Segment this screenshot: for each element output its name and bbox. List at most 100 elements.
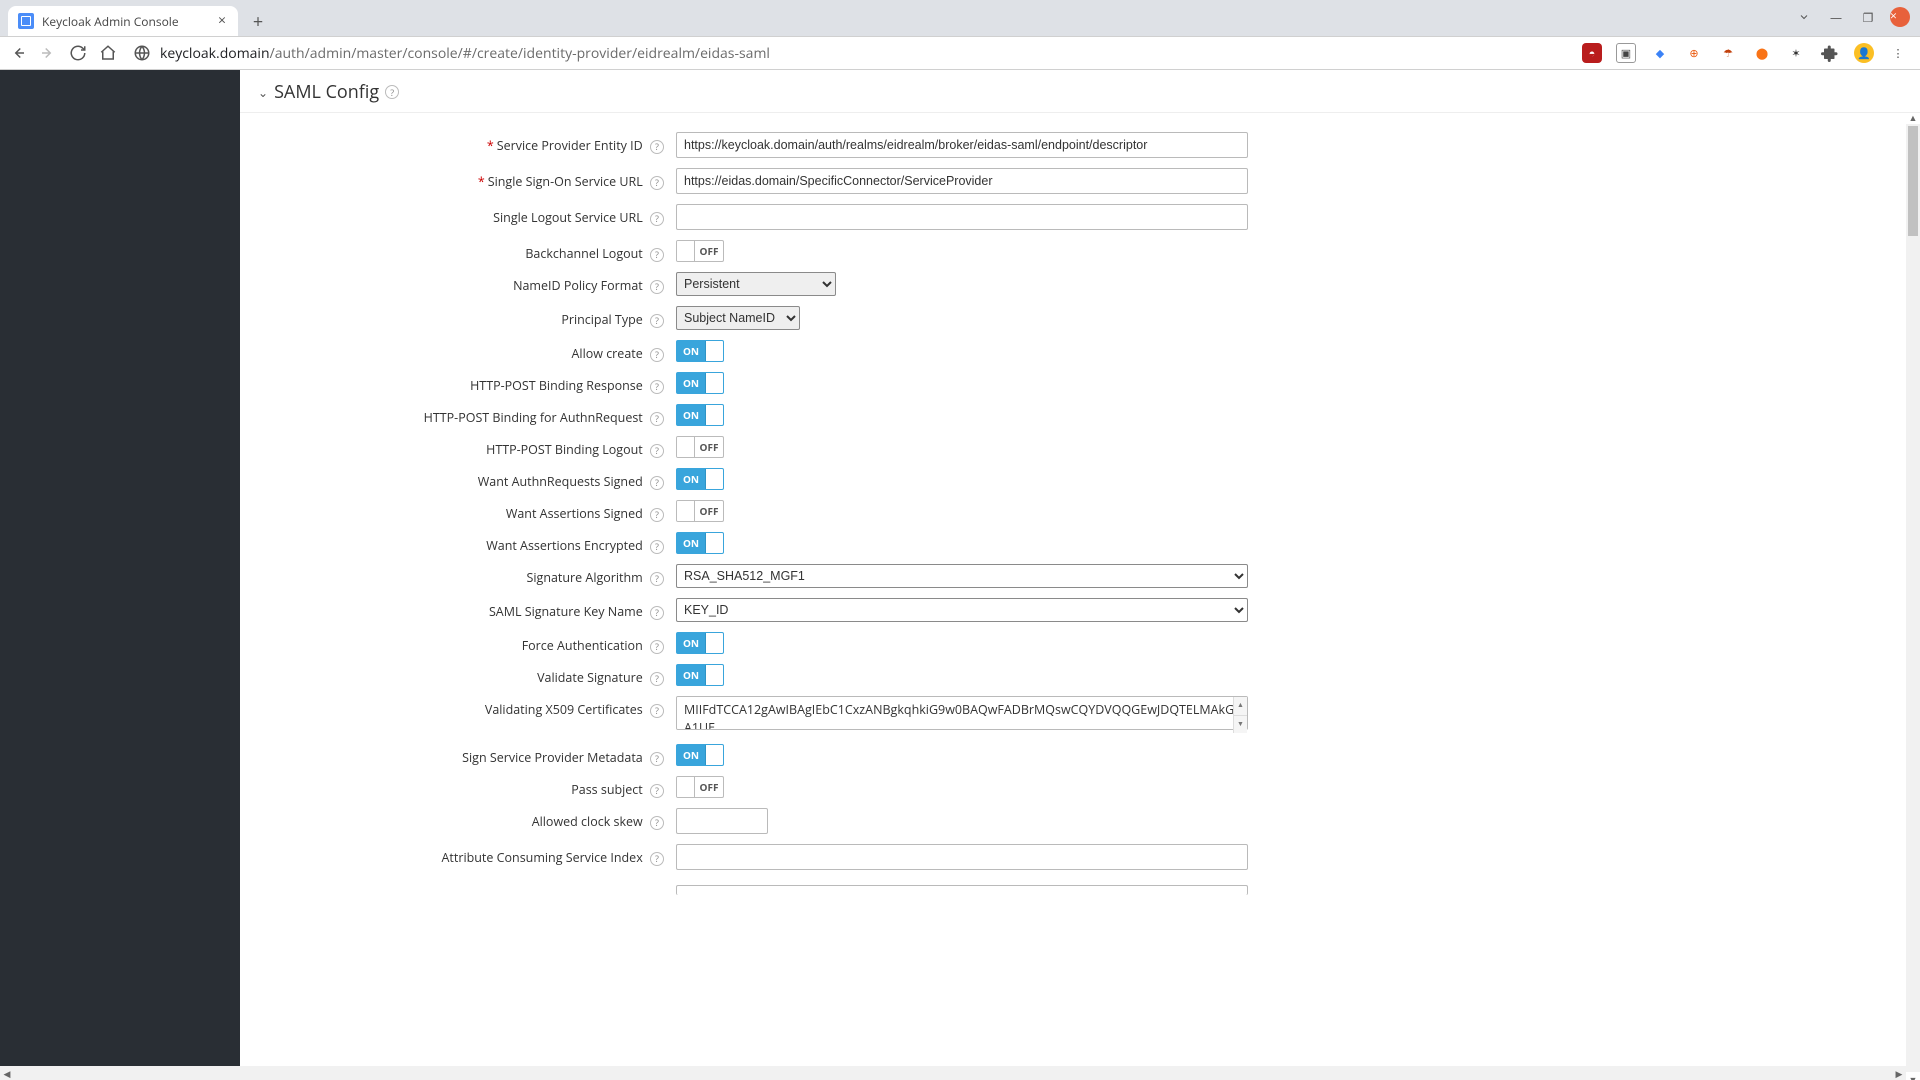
- label-pass-subject: Pass subject ?: [240, 776, 676, 798]
- help-icon[interactable]: ?: [650, 752, 664, 766]
- help-icon[interactable]: ?: [650, 314, 664, 328]
- pass-subject-toggle[interactable]: OFF: [676, 776, 724, 798]
- extension-icon-6[interactable]: ✶: [1786, 43, 1806, 63]
- forward-icon[interactable]: [38, 43, 58, 63]
- force-authn-toggle[interactable]: ON: [676, 632, 724, 654]
- close-tab-icon[interactable]: ×: [216, 12, 228, 30]
- help-icon[interactable]: ?: [650, 572, 664, 586]
- label-http-post-response: HTTP-POST Binding Response ?: [240, 372, 676, 394]
- extension-icon-3[interactable]: ⊕: [1684, 43, 1704, 63]
- help-icon[interactable]: ?: [650, 784, 664, 798]
- saml-config-header[interactable]: ⌄ SAML Config ?: [240, 70, 1920, 113]
- label-sig-algo: Signature Algorithm ?: [240, 564, 676, 586]
- help-icon[interactable]: ?: [650, 704, 664, 718]
- horizontal-scrollbar[interactable]: ◀ ▶: [0, 1066, 1906, 1080]
- url-text[interactable]: keycloak.domain/auth/admin/master/consol…: [160, 44, 770, 63]
- vertical-scrollbar[interactable]: ▲ ▼: [1906, 124, 1920, 1072]
- principal-type-select[interactable]: Subject NameID: [676, 306, 800, 330]
- scrollbar-thumb[interactable]: [1908, 126, 1918, 236]
- help-icon[interactable]: ?: [650, 508, 664, 522]
- browser-tab[interactable]: Keycloak Admin Console ×: [8, 6, 238, 36]
- home-icon[interactable]: [98, 43, 118, 63]
- slo-url-input[interactable]: [676, 204, 1248, 230]
- minimize-window-icon[interactable]: —: [1822, 4, 1850, 30]
- back-icon[interactable]: [8, 43, 28, 63]
- help-icon[interactable]: ?: [650, 212, 664, 226]
- extension-icon-2[interactable]: ◆: [1650, 43, 1670, 63]
- validating-certs-input[interactable]: [676, 696, 1248, 730]
- help-icon[interactable]: ?: [650, 540, 664, 554]
- nameid-policy-select[interactable]: Persistent: [676, 272, 836, 296]
- sig-keyname-select[interactable]: KEY_ID: [676, 598, 1248, 622]
- want-assert-enc-toggle[interactable]: ON: [676, 532, 724, 554]
- help-icon[interactable]: ?: [650, 476, 664, 490]
- http-post-response-toggle[interactable]: ON: [676, 372, 724, 394]
- help-icon[interactable]: ?: [650, 380, 664, 394]
- http-post-authn-toggle[interactable]: ON: [676, 404, 724, 426]
- help-icon[interactable]: ?: [650, 672, 664, 686]
- partial-next-input[interactable]: [676, 885, 1248, 895]
- want-authn-signed-toggle[interactable]: ON: [676, 468, 724, 490]
- label-http-post-authn: HTTP-POST Binding for AuthnRequest ?: [240, 404, 676, 426]
- saml-config-form: *Service Provider Entity ID ? *Single Si…: [240, 127, 1920, 903]
- clock-skew-input[interactable]: [676, 808, 768, 834]
- http-post-logout-toggle[interactable]: OFF: [676, 436, 724, 458]
- label-nameid-policy: NameID Policy Format ?: [240, 272, 676, 294]
- sp-entity-id-input[interactable]: [676, 132, 1248, 158]
- backchannel-logout-toggle[interactable]: OFF: [676, 240, 724, 262]
- reload-icon[interactable]: [68, 43, 88, 63]
- extension-icon-5[interactable]: ⬤: [1752, 43, 1772, 63]
- label-validating-certs: Validating X509 Certificates ?: [240, 696, 676, 718]
- maximize-window-icon[interactable]: ❐: [1854, 4, 1882, 30]
- help-icon[interactable]: ?: [650, 412, 664, 426]
- spin-up-icon[interactable]: ▲: [1233, 697, 1247, 716]
- site-info-icon[interactable]: [132, 43, 152, 63]
- validate-sig-toggle[interactable]: ON: [676, 664, 724, 686]
- acs-index-input[interactable]: [676, 844, 1248, 870]
- help-icon[interactable]: ?: [650, 816, 664, 830]
- want-assert-signed-toggle[interactable]: OFF: [676, 500, 724, 522]
- extension-icons: ◓ ▣ ◆ ⊕ ☂ ⬤ ✶ 👤 ⋮: [1582, 43, 1912, 63]
- help-icon[interactable]: ?: [650, 444, 664, 458]
- help-icon[interactable]: ?: [650, 606, 664, 620]
- help-icon[interactable]: ?: [650, 140, 664, 154]
- sign-sp-meta-toggle[interactable]: ON: [676, 744, 724, 766]
- main-content: ⌄ SAML Config ? *Service Provider Entity…: [240, 70, 1920, 1080]
- label-sp-entity-id: *Service Provider Entity ID ?: [240, 132, 676, 154]
- help-icon[interactable]: ?: [650, 852, 664, 866]
- label-http-post-logout: HTTP-POST Binding Logout ?: [240, 436, 676, 458]
- collapse-icon[interactable]: ⌄: [258, 84, 268, 101]
- label-principal-type: Principal Type ?: [240, 306, 676, 328]
- help-icon[interactable]: ?: [650, 176, 664, 190]
- label-acs-index: Attribute Consuming Service Index ?: [240, 844, 676, 866]
- browser-menu-icon[interactable]: ⋮: [1888, 43, 1908, 63]
- section-title: SAML Config: [274, 80, 379, 104]
- help-icon[interactable]: ?: [650, 640, 664, 654]
- browser-addressbar: keycloak.domain/auth/admin/master/consol…: [0, 36, 1920, 70]
- label-slo-url: Single Logout Service URL ?: [240, 204, 676, 226]
- close-window-button[interactable]: ×: [1886, 4, 1914, 30]
- keycloak-favicon: [18, 13, 34, 29]
- profile-avatar-icon[interactable]: 👤: [1854, 43, 1874, 63]
- extensions-menu-icon[interactable]: [1820, 43, 1840, 63]
- tab-list-icon[interactable]: [1790, 4, 1818, 30]
- help-icon[interactable]: ?: [385, 85, 399, 99]
- help-icon[interactable]: ?: [650, 280, 664, 294]
- spin-down-icon[interactable]: ▼: [1233, 716, 1247, 734]
- help-icon[interactable]: ?: [650, 348, 664, 362]
- ublock-icon[interactable]: ◓: [1582, 43, 1602, 63]
- new-tab-button[interactable]: +: [244, 8, 272, 36]
- label-force-authn: Force Authentication ?: [240, 632, 676, 654]
- label-allow-create: Allow create ?: [240, 340, 676, 362]
- sso-url-input[interactable]: [676, 168, 1248, 194]
- sig-algo-select[interactable]: RSA_SHA512_MGF1: [676, 564, 1248, 588]
- extension-icon-4[interactable]: ☂: [1718, 43, 1738, 63]
- label-sign-sp-meta: Sign Service Provider Metadata ?: [240, 744, 676, 766]
- browser-tabbar: Keycloak Admin Console × + — ❐ ×: [0, 0, 1920, 36]
- label-want-authn-signed: Want AuthnRequests Signed ?: [240, 468, 676, 490]
- extension-icon-1[interactable]: ▣: [1616, 43, 1636, 63]
- admin-sidebar: [0, 70, 240, 1080]
- label-sig-keyname: SAML Signature Key Name ?: [240, 598, 676, 620]
- help-icon[interactable]: ?: [650, 248, 664, 262]
- allow-create-toggle[interactable]: ON: [676, 340, 724, 362]
